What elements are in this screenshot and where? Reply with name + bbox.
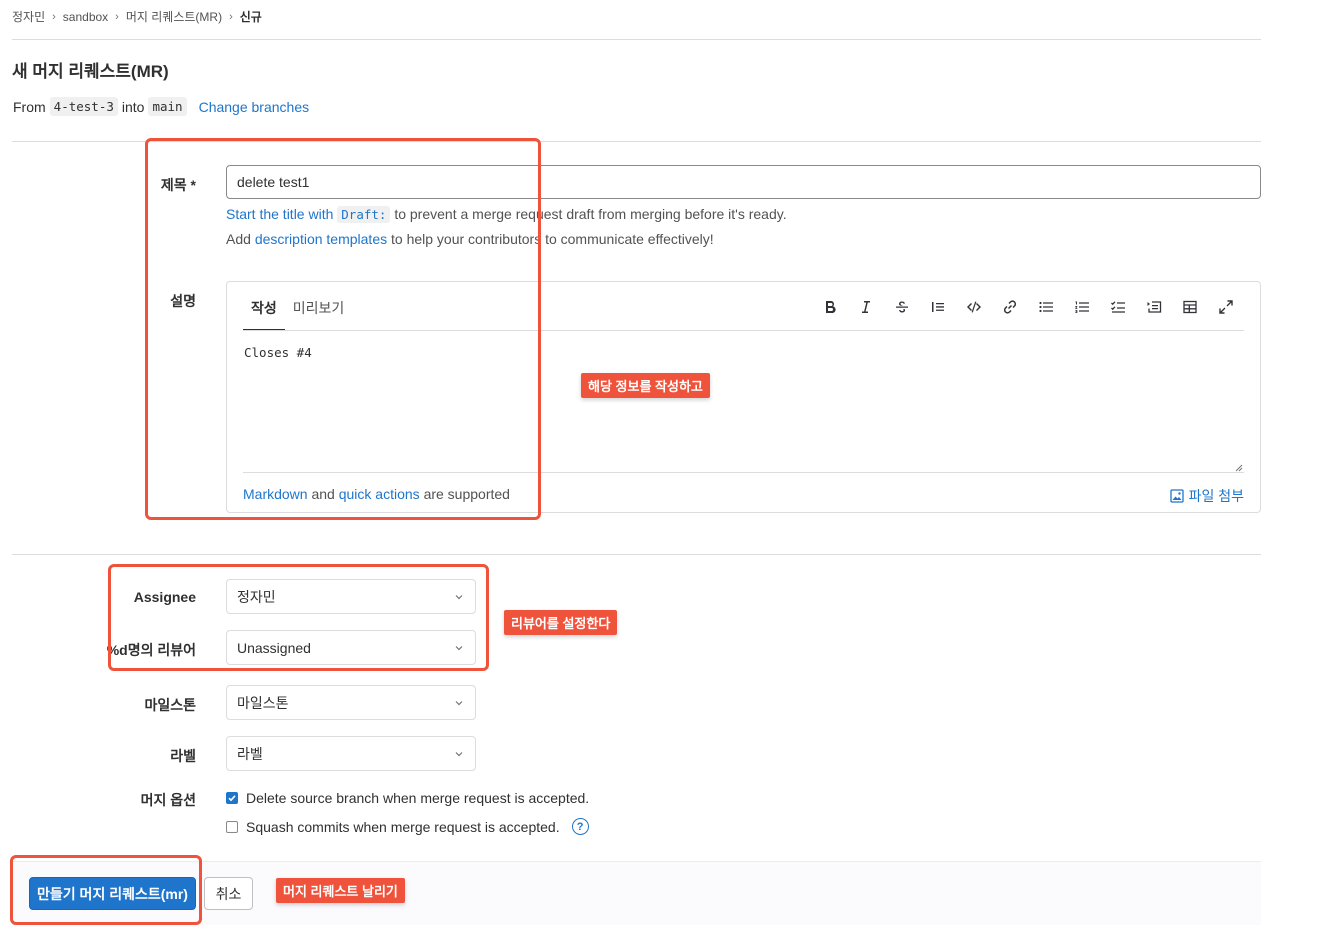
merge-options-label: 머지 옵션 — [140, 792, 196, 808]
labels-label: 라벨 — [170, 748, 196, 764]
attach-file-button[interactable]: 파일 첨부 — [1169, 486, 1244, 506]
quote-icon[interactable] — [920, 296, 956, 318]
breadcrumb-item-merge-requests[interactable]: 머지 리퀘스트(MR) — [126, 8, 222, 25]
breadcrumb-separator: › — [52, 10, 56, 23]
task-list-icon[interactable] — [1100, 296, 1136, 318]
annotation-box-info — [145, 138, 541, 520]
squash-option: Squash commits when merge request is acc… — [226, 818, 589, 835]
delete-source-text[interactable]: Delete source branch when merge request … — [246, 790, 589, 806]
squash-checkbox[interactable] — [226, 820, 238, 833]
milestone-value: 마일스톤 — [237, 694, 289, 711]
annotation-tag-reviewer: 리뷰어를 설정한다 — [504, 610, 618, 635]
breadcrumb-separator: › — [229, 10, 233, 23]
strikethrough-icon[interactable] — [884, 296, 920, 318]
help-icon[interactable]: ? — [571, 818, 589, 835]
breadcrumb-item-current[interactable]: 신규 — [240, 8, 262, 25]
editor-toolbar — [812, 296, 1244, 318]
page-title: 새 머지 리퀘스트(MR) — [12, 62, 169, 81]
from-label: From — [13, 98, 46, 115]
check-icon — [228, 795, 236, 802]
breadcrumb-separator: › — [115, 10, 119, 23]
cancel-button[interactable]: 취소 — [204, 877, 253, 910]
change-branches-link[interactable]: Change branches — [199, 99, 310, 115]
delete-source-option: Delete source branch when merge request … — [226, 790, 589, 806]
numbered-list-icon[interactable] — [1064, 296, 1100, 318]
delete-source-checkbox[interactable] — [226, 792, 238, 804]
milestone-dropdown[interactable]: 마일스톤 — [226, 685, 476, 720]
labels-value: 라벨 — [237, 745, 263, 762]
squash-text[interactable]: Squash commits when merge request is acc… — [246, 819, 560, 835]
annotation-tag-submit: 머지 리퀘스트 날리기 — [276, 878, 405, 903]
annotation-tag-info: 해당 정보를 작성하고 — [581, 373, 710, 398]
link-icon[interactable] — [992, 296, 1028, 318]
into-label: into — [121, 98, 145, 115]
image-icon — [1169, 489, 1184, 503]
breadcrumb-item-user[interactable]: 정자민 — [12, 8, 45, 25]
resize-grip-icon[interactable] — [1235, 464, 1243, 472]
annotation-box-reviewer — [108, 564, 489, 671]
section-divider — [12, 554, 1261, 555]
branch-info: From 4-test-3 into main Change branches — [13, 97, 309, 116]
source-branch: 4-test-3 — [49, 97, 118, 116]
header-divider — [12, 39, 1261, 40]
labels-dropdown[interactable]: 라벨 — [226, 736, 476, 771]
annotation-box-submit — [10, 855, 202, 925]
breadcrumb-item-project[interactable]: sandbox — [63, 10, 108, 24]
chevron-down-icon — [455, 751, 463, 756]
bullet-list-icon[interactable] — [1028, 296, 1064, 318]
code-icon[interactable] — [956, 296, 992, 318]
milestone-label: 마일스톤 — [144, 697, 196, 713]
table-icon[interactable] — [1172, 296, 1208, 318]
italic-icon[interactable] — [848, 296, 884, 318]
target-branch: main — [148, 97, 187, 116]
fullscreen-icon[interactable] — [1208, 296, 1244, 318]
bold-icon[interactable] — [812, 296, 848, 318]
chevron-down-icon — [455, 700, 463, 705]
breadcrumb: 정자민 › sandbox › 머지 리퀘스트(MR) › 신규 — [12, 8, 262, 25]
attach-file-label: 파일 첨부 — [1188, 488, 1244, 504]
collapsible-icon[interactable] — [1136, 296, 1172, 318]
